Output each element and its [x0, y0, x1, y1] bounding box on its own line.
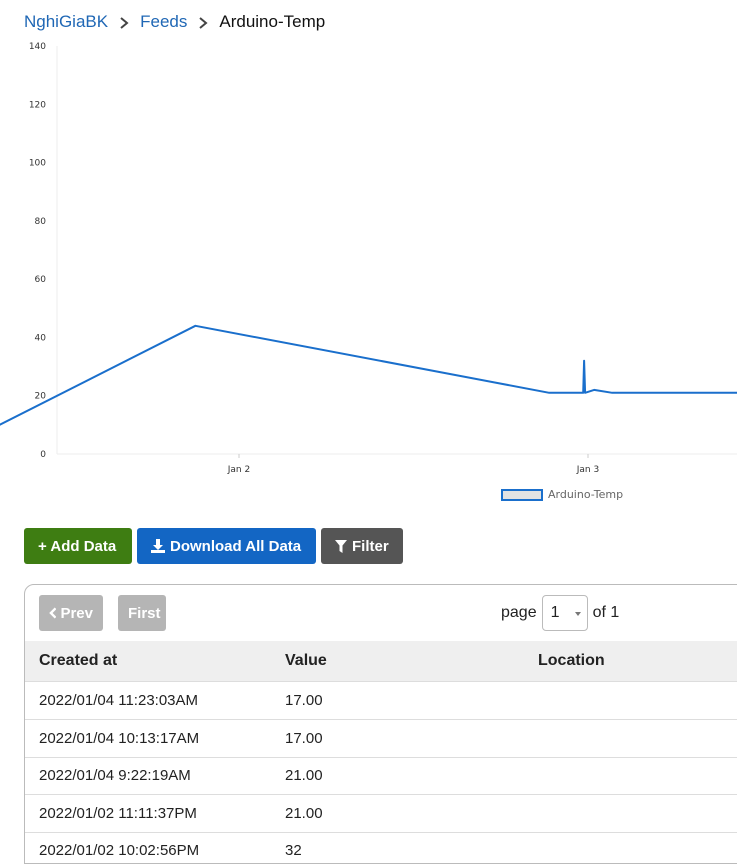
download-all-data-label: Download All Data: [170, 537, 302, 555]
x-tick-label: Jan 3: [576, 465, 599, 475]
cell-created-at: 2022/01/02 10:02:56PM: [39, 842, 200, 859]
download-icon: [151, 539, 165, 553]
y-tick-label: 140: [29, 42, 46, 52]
table-row: 2022/01/04 9:22:19AM 21.00: [25, 757, 737, 795]
filter-button[interactable]: Filter: [321, 528, 403, 564]
first-page-button[interactable]: First: [118, 595, 166, 631]
table-row: 2022/01/02 11:11:37PM 21.00: [25, 795, 737, 833]
cell-created-at: 2022/01/04 10:13:17AM: [39, 730, 200, 747]
filter-label: Filter: [352, 537, 389, 555]
cell-created-at: 2022/01/04 11:23:03AM: [39, 692, 199, 709]
download-all-data-button[interactable]: Download All Data: [137, 528, 316, 564]
table-row: 2022/01/02 10:02:56PM 32: [25, 832, 737, 863]
feed-toolbar: + Add Data Download All Data Filter: [24, 528, 403, 564]
cell-value: 17.00: [285, 730, 323, 747]
table-row: 2022/01/04 10:13:17AM 17.00: [25, 720, 737, 758]
breadcrumb-current: Arduino-Temp: [219, 12, 326, 31]
page-label: page: [501, 604, 537, 621]
cell-value: 21.00: [285, 805, 323, 822]
page-indicator: page 1 of 1: [501, 595, 619, 631]
x-tick-label: Jan 2: [227, 465, 250, 475]
cell-value: 17.00: [285, 692, 323, 709]
page-select-value: 1: [550, 604, 560, 621]
y-tick-label: 0: [40, 450, 46, 460]
add-data-button[interactable]: + Add Data: [24, 528, 132, 564]
y-tick-label: 120: [29, 100, 46, 110]
chevron-right-icon: [117, 15, 131, 29]
y-tick-label: 80: [35, 217, 47, 227]
feed-line-chart: 0 20 40 60 80 100 120 140 Jan 2 Jan 3 Arduino-Temp: [0, 42, 737, 501]
breadcrumb-user-link[interactable]: NghiGiaBK: [24, 12, 108, 32]
column-header-created-at[interactable]: Created at: [39, 652, 117, 670]
legend-label[interactable]: Arduino-Temp: [548, 488, 623, 501]
cell-created-at: 2022/01/04 9:22:19AM: [39, 767, 191, 784]
caret-down-icon: [574, 612, 581, 616]
page-select[interactable]: 1: [541, 595, 588, 631]
cell-created-at: 2022/01/02 11:11:37PM: [39, 805, 197, 822]
breadcrumb-feeds-link[interactable]: Feeds: [140, 12, 187, 32]
table-header: Created at Value Location: [25, 641, 737, 682]
column-header-location[interactable]: Location: [538, 652, 605, 670]
chevron-right-icon: [196, 15, 210, 29]
cell-value: 32: [285, 842, 302, 859]
data-table-panel: Prev First page 1 of 1 Created at Value …: [24, 584, 737, 864]
chevron-left-icon: [49, 607, 57, 619]
column-header-value[interactable]: Value: [285, 652, 327, 670]
breadcrumb: NghiGiaBK Feeds Arduino-Temp: [24, 12, 325, 32]
y-tick-label: 100: [29, 159, 46, 169]
prev-page-button[interactable]: Prev: [39, 595, 103, 631]
series-line: [0, 324, 737, 426]
y-tick-label: 20: [35, 392, 47, 402]
table-row: 2022/01/04 11:23:03AM 17.00: [25, 682, 737, 720]
prev-page-label: Prev: [60, 604, 93, 622]
y-tick-label: 60: [35, 275, 47, 285]
page-total: of 1: [592, 604, 620, 621]
filter-icon: [335, 539, 347, 553]
legend-swatch[interactable]: [501, 489, 543, 501]
y-tick-label: 40: [35, 333, 47, 343]
cell-value: 21.00: [285, 767, 323, 784]
